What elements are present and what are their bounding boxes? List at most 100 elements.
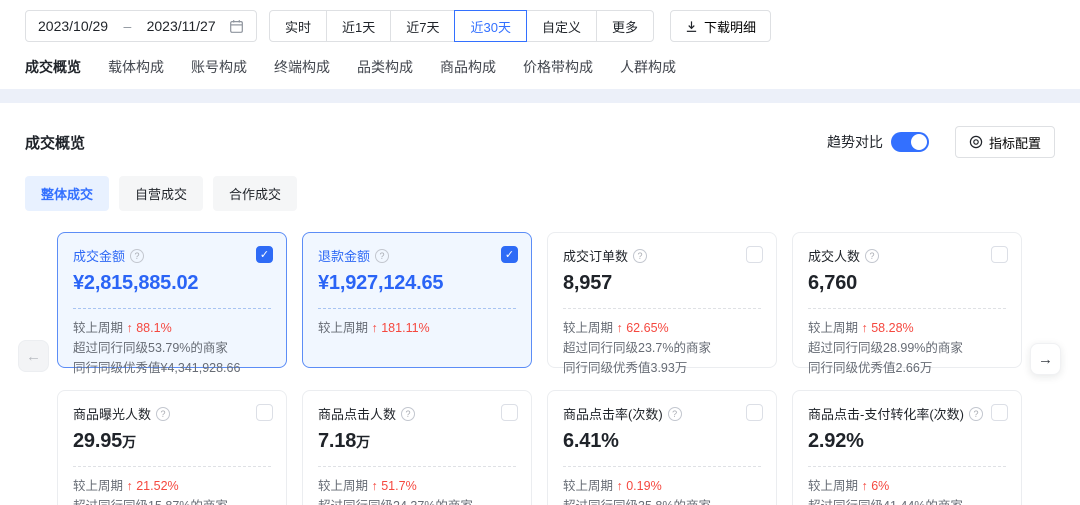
range-custom-button[interactable]: 自定义 — [526, 10, 597, 42]
metric-title: 商品点击率(次数) — [563, 404, 663, 423]
compare-label: 较上周期 — [318, 321, 368, 335]
date-range-picker[interactable]: 2023/10/29 – 2023/11/27 — [25, 10, 257, 42]
page-title: 成交概览 — [25, 132, 85, 153]
download-detail-button[interactable]: 下载明细 — [670, 10, 771, 42]
peer-rank-line: 超过同行同级35.8%的商家 — [563, 496, 761, 505]
metric-checkbox[interactable] — [991, 404, 1008, 421]
nav-tab-account[interactable]: 账号构成 — [191, 57, 247, 77]
metric-card-buyer-count[interactable]: 成交人数 ? 6,760 较上周期 ↑ 58.28% 超过同行同级28.99%的… — [792, 232, 1022, 368]
metric-value-unit: 万 — [122, 434, 136, 450]
metric-card-product-click-users[interactable]: 商品点击人数 ? 7.18万 较上周期 ↑ 51.7% 超过同行同级24.37%… — [302, 390, 532, 505]
help-icon[interactable]: ? — [668, 407, 682, 421]
metric-checkbox[interactable] — [991, 246, 1008, 263]
help-icon[interactable]: ? — [156, 407, 170, 421]
metric-value: 6.41% — [563, 430, 761, 453]
peer-rank-line: 超过同行同级28.99%的商家 — [808, 338, 1006, 358]
up-arrow-icon: ↑ — [862, 321, 868, 335]
analytics-page: 2023/10/29 – 2023/11/27 实时 近1天 近7天 近30天 … — [0, 0, 1080, 505]
tab-self-operated-transaction[interactable]: 自营成交 — [119, 176, 203, 211]
toolbar: 2023/10/29 – 2023/11/27 实时 近1天 近7天 近30天 … — [0, 0, 1080, 42]
range-realtime-button[interactable]: 实时 — [269, 10, 327, 42]
metric-checkbox[interactable]: ✓ — [256, 246, 273, 263]
tab-overall-transaction[interactable]: 整体成交 — [25, 176, 109, 211]
dashed-divider — [318, 308, 516, 309]
scroll-left-button[interactable]: ← — [18, 340, 49, 372]
nav-tab-carrier[interactable]: 载体构成 — [108, 57, 164, 77]
metric-value: ¥1,927,124.65 — [318, 272, 516, 295]
help-icon[interactable]: ? — [865, 249, 879, 263]
range-1day-button[interactable]: 近1天 — [326, 10, 391, 42]
range-7day-button[interactable]: 近7天 — [390, 10, 455, 42]
metric-checkbox[interactable] — [501, 404, 518, 421]
compare-row: 较上周期 ↑ 0.19% — [563, 476, 761, 496]
compare-row: 较上周期 ↑ 62.65% — [563, 318, 761, 338]
section-divider-band — [0, 89, 1080, 103]
metric-value-unit: 万 — [356, 434, 370, 450]
metric-value: 8,957 — [563, 272, 761, 295]
metric-card-product-exposure[interactable]: 商品曝光人数 ? 29.95万 较上周期 ↑ 21.52% 超过同行同级15.8… — [57, 390, 287, 505]
metric-card-order-count[interactable]: 成交订单数 ? 8,957 较上周期 ↑ 62.65% 超过同行同级23.7%的… — [547, 232, 777, 368]
help-icon[interactable]: ? — [375, 249, 389, 263]
range-30day-button[interactable]: 近30天 — [454, 10, 526, 42]
metric-title: 成交人数 — [808, 246, 860, 265]
metric-checkbox[interactable] — [746, 404, 763, 421]
metric-title: 退款金额 — [318, 246, 370, 265]
nav-tab-terminal[interactable]: 终端构成 — [274, 57, 330, 77]
calendar-icon[interactable] — [229, 19, 244, 34]
peer-rank-line: 超过同行同级15.87%的商家 — [73, 496, 271, 505]
metric-value-number: 2.92% — [808, 430, 864, 452]
metric-checkbox[interactable] — [746, 246, 763, 263]
nav-tab-transaction-overview[interactable]: 成交概览 — [25, 57, 81, 77]
date-separator: – — [121, 18, 133, 34]
change-percent: 58.28% — [871, 321, 913, 335]
download-label: 下载明细 — [704, 17, 756, 36]
help-icon[interactable]: ? — [633, 249, 647, 263]
scroll-right-button[interactable]: → — [1030, 343, 1061, 375]
compare-row: 较上周期 ↑ 88.1% — [73, 318, 271, 338]
change-percent: 62.65% — [626, 321, 668, 335]
metric-card-click-pay-conversion[interactable]: 商品点击-支付转化率(次数) ? 2.92% 较上周期 ↑ 6% 超过同行同级4… — [792, 390, 1022, 505]
card-header: 商品点击人数 ? — [318, 404, 516, 423]
trend-compare-toggle[interactable] — [891, 132, 929, 152]
nav-tab-price-band[interactable]: 价格带构成 — [523, 57, 593, 77]
nav-tab-product[interactable]: 商品构成 — [440, 57, 496, 77]
help-icon[interactable]: ? — [969, 407, 983, 421]
metric-checkbox[interactable] — [256, 404, 273, 421]
help-icon[interactable]: ? — [130, 249, 144, 263]
compare-label: 较上周期 — [808, 321, 858, 335]
peer-best-line: 同行同级优秀值3.93万 — [563, 358, 761, 378]
metric-value-number: 6,760 — [808, 272, 857, 294]
change-percent: 21.52% — [136, 479, 178, 493]
metric-card-click-rate[interactable]: 商品点击率(次数) ? 6.41% 较上周期 ↑ 0.19% 超过同行同级35.… — [547, 390, 777, 505]
metric-checkbox[interactable]: ✓ — [501, 246, 518, 263]
up-arrow-icon: ↑ — [372, 479, 378, 493]
date-end[interactable]: 2023/11/27 — [147, 18, 216, 34]
up-arrow-icon: ↑ — [372, 321, 378, 335]
card-header: 退款金额 ? ✓ — [318, 246, 516, 265]
dashed-divider — [73, 308, 271, 309]
metric-value: 2.92% — [808, 430, 1006, 453]
metric-title: 成交订单数 — [563, 246, 628, 265]
metric-title: 商品点击-支付转化率(次数) — [808, 404, 964, 423]
tab-cooperative-transaction[interactable]: 合作成交 — [213, 176, 297, 211]
metric-value: 6,760 — [808, 272, 1006, 295]
nav-tab-audience[interactable]: 人群构成 — [620, 57, 676, 77]
metric-value-number: 29.95 — [73, 430, 122, 452]
change-percent: 51.7% — [381, 479, 416, 493]
metric-card-refund-amount[interactable]: 退款金额 ? ✓ ¥1,927,124.65 较上周期 ↑ 181.11% — [302, 232, 532, 368]
metric-card-transaction-amount[interactable]: 成交金额 ? ✓ ¥2,815,885.02 较上周期 ↑ 88.1% 超过同行… — [57, 232, 287, 368]
compare-row: 较上周期 ↑ 6% — [808, 476, 1006, 496]
nav-tab-category[interactable]: 品类构成 — [357, 57, 413, 77]
metric-value-number: ¥2,815,885.02 — [73, 272, 198, 294]
card-header: 商品曝光人数 ? — [73, 404, 271, 423]
toggle-knob — [911, 134, 927, 150]
metric-title: 商品曝光人数 — [73, 404, 151, 423]
dashed-divider — [808, 308, 1006, 309]
metric-config-button[interactable]: 指标配置 — [955, 126, 1055, 158]
help-icon[interactable]: ? — [401, 407, 415, 421]
card-header: 成交金额 ? ✓ — [73, 246, 271, 265]
peer-rank-line: 超过同行同级23.7%的商家 — [563, 338, 761, 358]
date-start[interactable]: 2023/10/29 — [38, 18, 108, 34]
section-header-actions: 趋势对比 指标配置 — [827, 126, 1055, 158]
range-more-button[interactable]: 更多 — [596, 10, 654, 42]
